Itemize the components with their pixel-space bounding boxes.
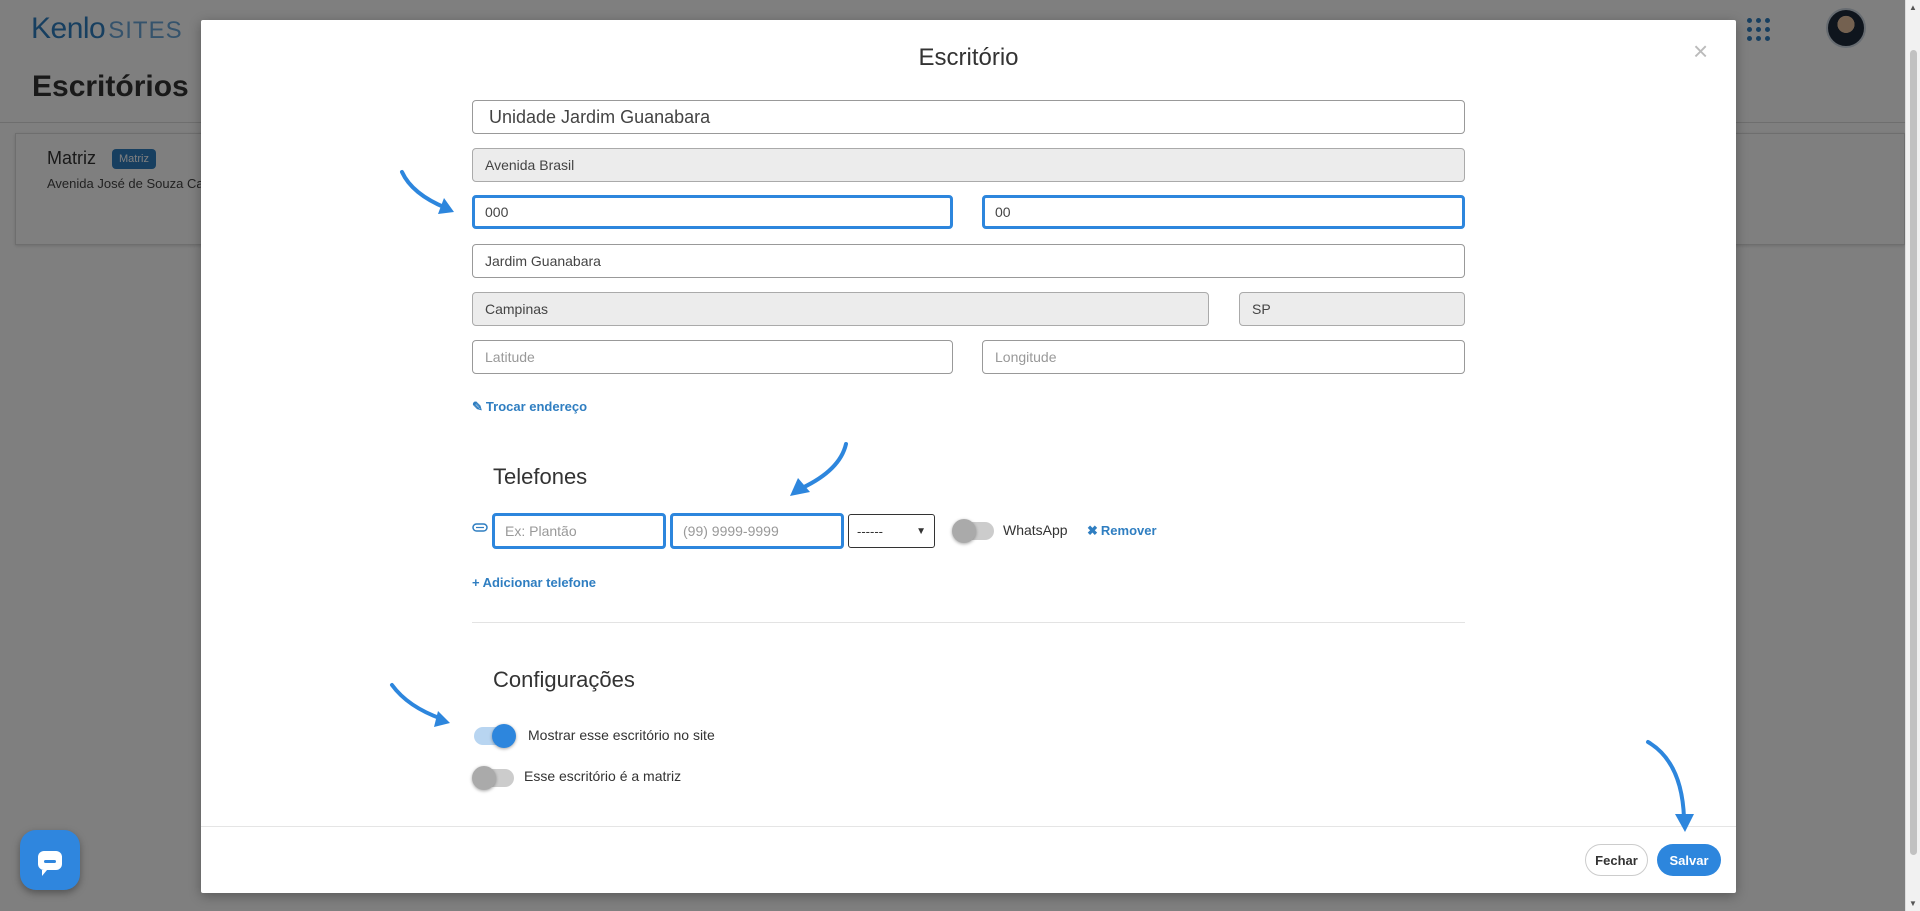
phone-type-select[interactable]: ------ ▼ <box>848 514 935 548</box>
street-field[interactable] <box>472 148 1465 182</box>
settings-section-title: Configurações <box>493 667 635 692</box>
arrow-annotation-icon <box>400 170 454 214</box>
chat-button[interactable] <box>20 830 80 890</box>
whatsapp-toggle[interactable] <box>952 519 994 543</box>
remove-icon: ✖ <box>1087 523 1098 538</box>
city-field[interactable] <box>472 292 1209 326</box>
state-field[interactable] <box>1239 292 1465 326</box>
arrow-annotation-icon <box>1646 740 1694 832</box>
section-divider <box>472 622 1465 623</box>
scroll-up-icon[interactable]: ▲ <box>1909 3 1917 12</box>
phone-number-field[interactable] <box>670 513 844 549</box>
number-field[interactable] <box>472 195 953 229</box>
phone-icon <box>472 523 488 532</box>
remove-phone-link[interactable]: ✖ Remover <box>1087 523 1157 539</box>
show-on-site-toggle[interactable] <box>474 724 516 748</box>
headquarters-label: Esse escritório é a matriz <box>524 768 682 784</box>
latitude-field[interactable] <box>472 340 953 374</box>
chat-icon <box>38 850 62 876</box>
remove-phone-label: Remover <box>1100 523 1157 538</box>
complement-field[interactable] <box>982 195 1465 229</box>
edit-icon: ✎ <box>472 399 483 414</box>
scrollbar[interactable]: ▲ ▼ <box>1905 0 1920 911</box>
arrow-annotation-icon <box>390 683 450 727</box>
save-button[interactable]: Salvar <box>1657 844 1721 876</box>
change-address-link[interactable]: ✎ Trocar endereço <box>472 399 587 415</box>
modal-footer-divider <box>201 826 1736 827</box>
office-name-field[interactable] <box>472 100 1465 134</box>
scrollbar-thumb[interactable] <box>1910 50 1917 855</box>
add-phone-link[interactable]: + Adicionar telefone <box>472 575 596 590</box>
neighborhood-field[interactable] <box>472 244 1465 278</box>
show-on-site-label: Mostrar esse escritório no site <box>528 727 715 743</box>
headquarters-toggle[interactable] <box>472 766 514 790</box>
close-button[interactable]: Fechar <box>1585 844 1648 876</box>
arrow-annotation-icon <box>790 442 848 496</box>
phones-section-title: Telefones <box>493 464 588 489</box>
add-phone-label: Adicionar telefone <box>482 575 597 590</box>
scroll-down-icon[interactable]: ▼ <box>1909 899 1917 908</box>
chevron-down-icon: ▼ <box>916 525 926 537</box>
close-icon[interactable]: × <box>1693 38 1708 64</box>
modal-title: Escritório <box>918 44 1019 71</box>
office-modal: Escritório × ✎Trocar endereço Telefones … <box>201 20 1736 893</box>
whatsapp-label: WhatsApp <box>1003 522 1068 538</box>
plus-icon: + <box>472 575 480 590</box>
phone-type-value: ------ <box>857 523 883 539</box>
phone-label-field[interactable] <box>492 513 666 549</box>
change-address-label: Trocar endereço <box>485 399 588 414</box>
longitude-field[interactable] <box>982 340 1465 374</box>
